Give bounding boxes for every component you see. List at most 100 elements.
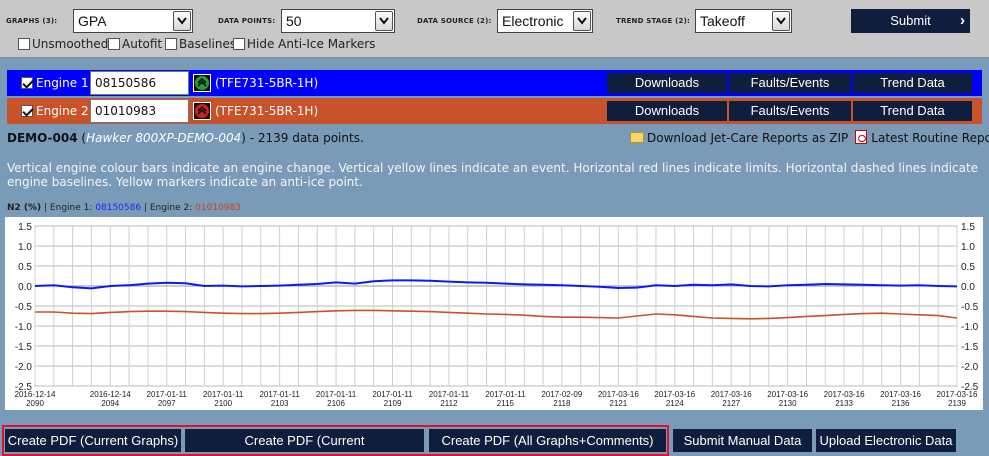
aircraft-points: ) - 2139 data points. xyxy=(241,131,364,145)
engine-1-label: Engine 1: xyxy=(36,76,93,90)
x-tick-date: 2017-03-16 xyxy=(598,390,639,399)
graph-engine-2-serial: 01010983 xyxy=(195,203,241,213)
y-tick-label-left: 1.0 xyxy=(18,242,32,253)
x-tick-point: 2124 xyxy=(666,399,684,408)
chevron-down-icon xyxy=(375,11,393,31)
x-tick-date: 2017-01-11 xyxy=(203,390,244,399)
chevron-down-icon xyxy=(772,11,790,31)
x-tick-point: 2097 xyxy=(158,399,176,408)
data-source-select[interactable]: Electronic xyxy=(497,9,593,33)
chevron-down-icon xyxy=(573,11,591,31)
trend-chart: 1.5 1.5 1.0 1.0 0.5 0.5 0.0 0.0 -0.5 -0.5 -1.0 -1.0… xyxy=(5,217,983,410)
y-tick-label-right: -1.5 xyxy=(961,342,979,353)
x-tick-point: 2115 xyxy=(497,399,515,408)
y-tick-label-right: -0.5 xyxy=(961,302,979,313)
x-tick-point: 2121 xyxy=(609,399,627,408)
graphs-select[interactable]: GPA xyxy=(73,9,193,33)
create-pdf-current-button[interactable]: Create PDF (Current Graphs) xyxy=(5,429,181,452)
autofit-label: Autofit xyxy=(122,37,163,51)
engine-2-downloads-button[interactable]: Downloads xyxy=(607,101,727,121)
graphs-label: GRAPHS (3): xyxy=(6,17,58,25)
submit-manual-data-button[interactable]: Submit Manual Data xyxy=(673,429,812,452)
x-tick-point: 2130 xyxy=(779,399,797,408)
routine-report-link[interactable]: Latest Routine Report xyxy=(871,131,989,145)
legend-description: Vertical engine colour bars indicate an … xyxy=(7,161,979,189)
unsmoothed-checkbox[interactable] xyxy=(18,38,30,50)
engine-2-checkbox[interactable] xyxy=(21,105,33,117)
x-tick-point: 2106 xyxy=(327,399,345,408)
engine-1-serial-field[interactable]: 08150586 xyxy=(90,71,189,95)
y-tick-label-left: -0.5 xyxy=(15,302,33,313)
data-source-select-value: Electronic xyxy=(502,13,564,29)
graph-engine-1-serial: 08150586 xyxy=(95,203,142,213)
x-tick-date: 2017-01-11 xyxy=(147,390,188,399)
option-autofit[interactable]: Autofit xyxy=(108,37,162,51)
engine-2-label: Engine 2: xyxy=(36,104,93,118)
y-tick-label-right: 1.5 xyxy=(961,222,975,233)
graph-title-sep2: | Engine 2: xyxy=(141,203,196,213)
autofit-checkbox[interactable] xyxy=(108,38,120,50)
option-baselines[interactable]: Baselines xyxy=(165,37,236,51)
x-tick-date: 2017-01-11 xyxy=(259,390,300,399)
x-tick-point: 2118 xyxy=(553,399,571,408)
engine-2-serial-field[interactable]: 01010983 xyxy=(90,99,189,123)
chevron-right-icon: › xyxy=(960,12,965,29)
x-tick-date: 2017-01-11 xyxy=(316,390,357,399)
option-hide-anti-ice[interactable]: Hide Anti-Ice Markers xyxy=(233,37,375,51)
pdf-icon xyxy=(855,130,868,144)
zip-download-link[interactable]: Download Jet-Care Reports as ZIP xyxy=(647,131,848,145)
engine-1-faults-button[interactable]: Faults/Events xyxy=(729,73,851,93)
x-tick-date: 2017-03-16 xyxy=(767,390,808,399)
engine-2-type: (TFE731-5BR-1H) xyxy=(215,104,319,118)
submit-button[interactable]: Submit › xyxy=(851,9,970,33)
aircraft-name: Hawker 800XP-DEMO-004 xyxy=(86,131,242,145)
engine-1-trend-data-button[interactable]: Trend Data xyxy=(853,73,972,93)
y-tick-label-left: 1.5 xyxy=(18,222,32,233)
create-pdf-comments-button[interactable]: Create PDF (Current Graphs+Comments) xyxy=(185,429,424,452)
x-tick-date: 2017-03-16 xyxy=(937,390,978,399)
hide-anti-ice-checkbox[interactable] xyxy=(233,38,245,50)
x-tick-point: 2136 xyxy=(892,399,910,408)
x-tick-point: 2090 xyxy=(26,399,44,408)
trend-chart-svg: 1.5 1.5 1.0 1.0 0.5 0.5 0.0 0.0 -0.5 -0.5 -1.0 -1.0… xyxy=(15,222,979,408)
y-tick-label-left: -1.0 xyxy=(15,322,33,333)
option-unsmoothed[interactable]: Unsmoothed xyxy=(18,37,108,51)
folder-icon xyxy=(630,132,644,143)
trend-stage-label: TREND STAGE (2): xyxy=(616,17,690,25)
baselines-checkbox[interactable] xyxy=(165,38,177,50)
engine-2-row: Engine 2: 01010983 (TFE731-5BR-1H) Downl… xyxy=(7,98,982,124)
y-tick-label-left: 0.0 xyxy=(18,282,32,293)
engine-2-faults-button[interactable]: Faults/Events xyxy=(729,101,851,121)
x-tick-date: 2016-12-14 xyxy=(15,390,56,399)
x-tick-point: 2127 xyxy=(722,399,740,408)
engine-1-downloads-button[interactable]: Downloads xyxy=(607,73,727,93)
y-tick-label-left: -2.0 xyxy=(15,362,33,373)
x-tick-point: 2094 xyxy=(101,399,119,408)
x-tick-point: 2112 xyxy=(440,399,458,408)
engine-1-checkbox[interactable] xyxy=(21,77,33,89)
data-points-select[interactable]: 50 xyxy=(281,9,395,33)
create-pdf-all-button[interactable]: Create PDF (All Graphs+Comments) xyxy=(429,429,666,452)
x-tick-date: 2017-01-11 xyxy=(485,390,526,399)
trend-stage-select[interactable]: Takeoff xyxy=(695,9,792,33)
data-source-label: DATA SOURCE (2): xyxy=(417,17,492,25)
x-tick-date: 2017-03-16 xyxy=(654,390,695,399)
graph-title: N2 (%) | Engine 1: 08150586 | Engine 2: … xyxy=(7,203,241,213)
engine-2-trend-data-button[interactable]: Trend Data xyxy=(853,101,972,121)
x-tick-point: 2139 xyxy=(948,399,966,408)
unsmoothed-label: Unsmoothed xyxy=(32,37,109,51)
x-tick-date: 2016-12-14 xyxy=(90,390,131,399)
aircraft-info: DEMO-004 (Hawker 800XP-DEMO-004) - 2139 … xyxy=(7,131,364,145)
graph-title-sep1: | Engine 1: xyxy=(41,203,96,213)
y-tick-label-left: -1.5 xyxy=(15,342,33,353)
x-tick-date: 2017-03-16 xyxy=(824,390,865,399)
upload-electronic-data-button[interactable]: Upload Electronic Data xyxy=(816,429,956,452)
engine-status-icon xyxy=(193,74,211,92)
x-tick-point: 2100 xyxy=(214,399,232,408)
x-tick-date: 2017-03-16 xyxy=(711,390,752,399)
y-tick-label-right: -2.0 xyxy=(961,362,979,373)
filter-bar: GRAPHS (3): GPA DATA POINTS: 50 DATA SOU… xyxy=(0,0,989,58)
engine-1-row: Engine 1: 08150586 (TFE731-5BR-1H) Downl… xyxy=(7,70,982,96)
trend-stage-select-value: Takeoff xyxy=(700,13,745,29)
y-tick-label-left: 0.5 xyxy=(18,262,32,273)
